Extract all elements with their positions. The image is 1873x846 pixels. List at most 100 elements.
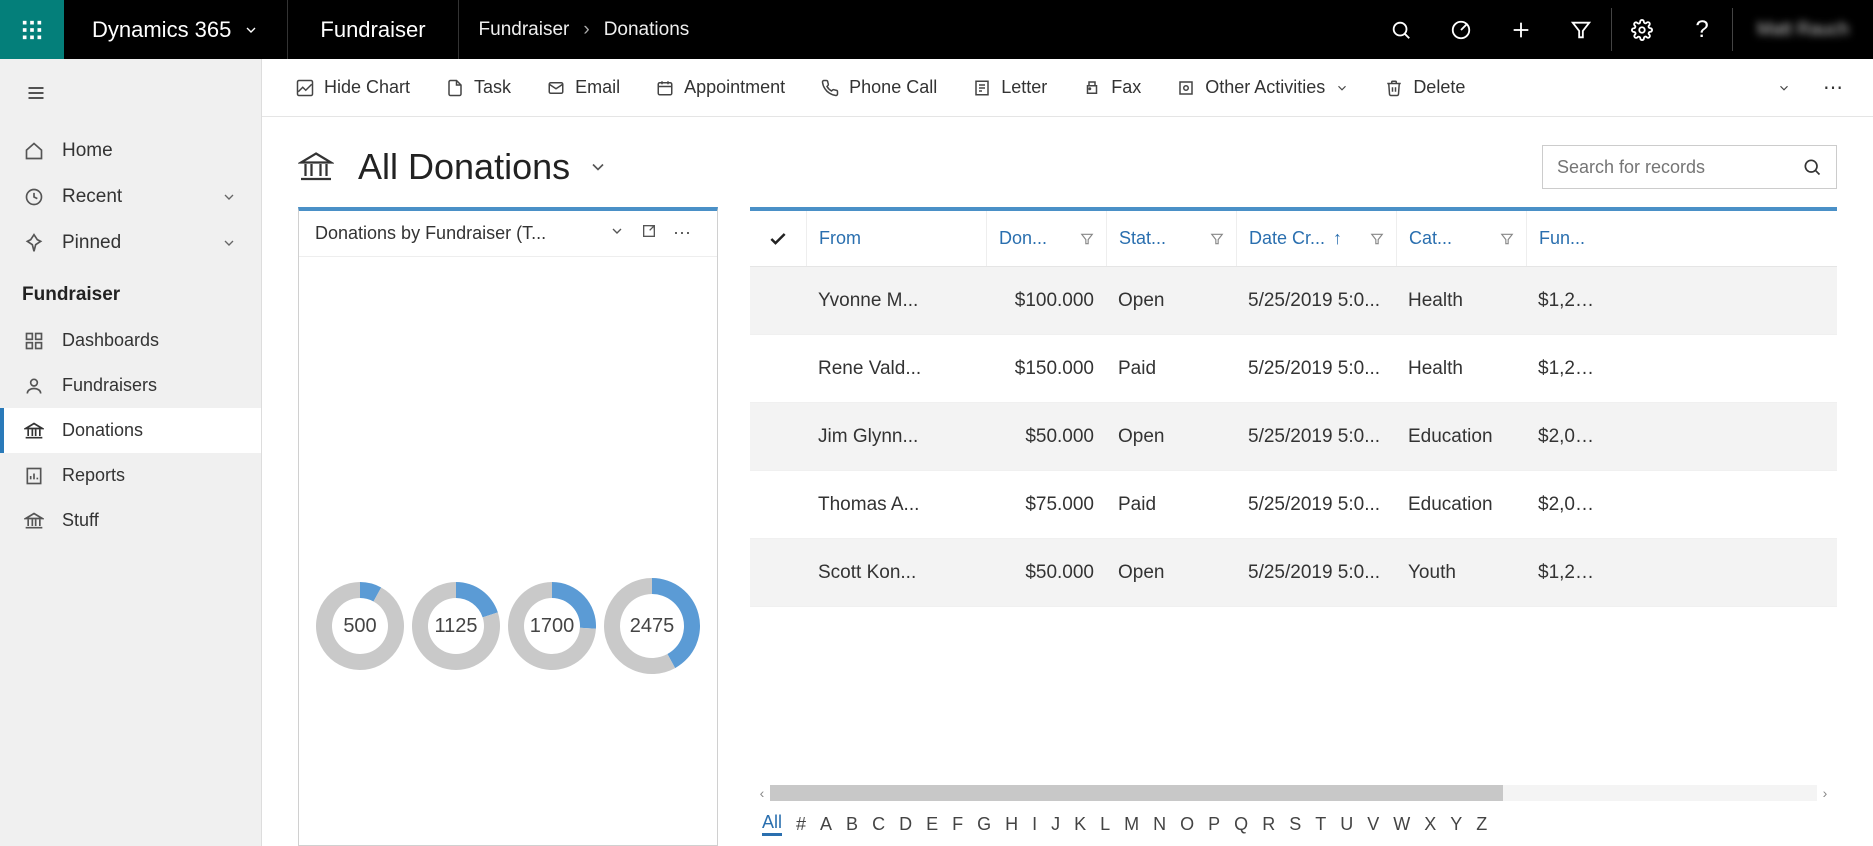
more-icon: ⋯ [1823, 75, 1845, 100]
scroll-thumb[interactable] [770, 785, 1503, 801]
cell-fundraiser: $1,200 [1526, 358, 1606, 380]
sidebar-item-dashboards[interactable]: Dashboards [0, 318, 261, 363]
donut-chart[interactable]: 1125 [410, 580, 502, 672]
column-header-fundraiser[interactable]: Fun... [1526, 211, 1606, 266]
cmd-hide-chart[interactable]: Hide Chart [280, 69, 426, 106]
column-header-donation[interactable]: Don... [986, 211, 1106, 266]
cmd-other-activities[interactable]: Other Activities [1161, 69, 1365, 106]
sidebar-collapse-button[interactable] [0, 63, 261, 128]
search-box[interactable] [1542, 145, 1837, 189]
cell-donation: $150.000 [986, 358, 1106, 380]
table-row[interactable]: Rene Vald... $150.000 Paid 5/25/2019 5:0… [750, 335, 1837, 403]
sidebar-item-reports[interactable]: Reports [0, 453, 261, 498]
alpha-filter-y[interactable]: Y [1450, 814, 1462, 835]
view-selector[interactable]: All Donations [358, 146, 608, 188]
chart-expand-button[interactable] [633, 223, 665, 244]
grid-horizontal-scrollbar[interactable]: ‹ › [750, 784, 1837, 802]
table-row[interactable]: Yvonne M... $100.000 Open 5/25/2019 5:0.… [750, 267, 1837, 335]
cell-from: Scott Kon... [806, 562, 986, 584]
donut-chart[interactable]: 1700 [506, 580, 598, 672]
alpha-filter-q[interactable]: Q [1234, 814, 1248, 835]
chart-body: 500112517002475 [299, 257, 717, 845]
alpha-filter-#[interactable]: # [796, 814, 806, 835]
alpha-filter-all[interactable]: All [762, 812, 782, 836]
alpha-filter-x[interactable]: X [1424, 814, 1436, 835]
sidebar-item-stuff[interactable]: Stuff [0, 498, 261, 543]
alpha-filter-i[interactable]: I [1032, 814, 1037, 835]
cmd-email[interactable]: Email [531, 69, 636, 106]
report-icon [24, 466, 44, 486]
alpha-filter-z[interactable]: Z [1476, 814, 1487, 835]
cell-from: Yvonne M... [806, 290, 986, 312]
alpha-filter-p[interactable]: P [1208, 814, 1220, 835]
table-row[interactable]: Thomas A... $75.000 Paid 5/25/2019 5:0..… [750, 471, 1837, 539]
grid-pane: From Don... Stat... Date Cr...↑ Cat... F… [750, 207, 1837, 846]
new-button[interactable] [1491, 0, 1551, 59]
cmd-overflow[interactable]: ⋯ [1813, 67, 1855, 108]
column-header-date[interactable]: Date Cr...↑ [1236, 211, 1396, 266]
brand-dropdown[interactable]: Dynamics 365 [64, 0, 288, 59]
cmd-letter[interactable]: Letter [957, 69, 1063, 106]
alpha-filter-a[interactable]: A [820, 814, 832, 835]
column-header-status[interactable]: Stat... [1106, 211, 1236, 266]
alpha-filter-l[interactable]: L [1100, 814, 1110, 835]
alpha-filter-c[interactable]: C [872, 814, 885, 835]
alpha-filter-w[interactable]: W [1393, 814, 1410, 835]
user-menu[interactable]: Matt Rauch [1733, 0, 1873, 59]
alpha-filter-g[interactable]: G [977, 814, 991, 835]
settings-button[interactable] [1612, 0, 1672, 59]
cmd-task[interactable]: Task [430, 69, 527, 106]
alpha-filter-k[interactable]: K [1074, 814, 1086, 835]
search-input[interactable] [1557, 157, 1802, 178]
fundraiser-icon [24, 376, 44, 396]
breadcrumb-root[interactable]: Fundraiser [479, 19, 570, 41]
search-button[interactable] [1371, 0, 1431, 59]
alpha-filter-h[interactable]: H [1005, 814, 1018, 835]
sidebar-item-donations[interactable]: Donations [0, 408, 261, 453]
chart-selector[interactable] [601, 223, 633, 244]
sidebar-home[interactable]: Home [0, 128, 261, 174]
alpha-filter-v[interactable]: V [1367, 814, 1379, 835]
cmd-delete[interactable]: Delete [1369, 69, 1481, 106]
alpha-filter-f[interactable]: F [952, 814, 963, 835]
chart-more-button[interactable]: ⋯ [665, 223, 701, 244]
filter-button[interactable] [1551, 0, 1611, 59]
donut-chart[interactable]: 500 [314, 580, 406, 672]
donut-chart[interactable]: 2475 [602, 576, 702, 676]
scroll-track[interactable] [770, 785, 1817, 801]
user-name: Matt Rauch [1757, 19, 1849, 40]
table-row[interactable]: Jim Glynn... $50.000 Open 5/25/2019 5:0.… [750, 403, 1837, 471]
column-header-category[interactable]: Cat... [1396, 211, 1526, 266]
sidebar-recent[interactable]: Recent [0, 174, 261, 220]
task-flow-button[interactable] [1431, 0, 1491, 59]
cmd-appointment[interactable]: Appointment [640, 69, 801, 106]
alpha-filter-s[interactable]: S [1289, 814, 1301, 835]
select-all-checkbox[interactable] [750, 211, 806, 266]
chevron-down-icon [588, 157, 608, 177]
help-button[interactable]: ? [1672, 0, 1732, 59]
app-launcher-button[interactable] [0, 0, 64, 59]
home-icon [24, 141, 44, 161]
alpha-filter-j[interactable]: J [1051, 814, 1060, 835]
alpha-filter-e[interactable]: E [926, 814, 938, 835]
alpha-filter-b[interactable]: B [846, 814, 858, 835]
sidebar-pinned[interactable]: Pinned [0, 220, 261, 266]
alpha-filter-m[interactable]: M [1124, 814, 1139, 835]
alpha-filter-d[interactable]: D [899, 814, 912, 835]
cmd-delete-split[interactable] [1767, 73, 1801, 103]
alpha-filter-r[interactable]: R [1262, 814, 1275, 835]
cmd-fax[interactable]: Fax [1067, 69, 1157, 106]
funnel-icon [1370, 232, 1384, 246]
scroll-left-icon: ‹ [754, 785, 770, 801]
alpha-filter-u[interactable]: U [1340, 814, 1353, 835]
alpha-filter-n[interactable]: N [1153, 814, 1166, 835]
sidebar-item-label: Reports [62, 465, 125, 486]
alpha-filter-o[interactable]: O [1180, 814, 1194, 835]
sidebar-item-fundraisers[interactable]: Fundraisers [0, 363, 261, 408]
alpha-filter-t[interactable]: T [1315, 814, 1326, 835]
column-header-from[interactable]: From [806, 211, 986, 266]
cmd-phone-call[interactable]: Phone Call [805, 69, 953, 106]
cell-status: Open [1106, 290, 1236, 312]
table-row[interactable]: Scott Kon... $50.000 Open 5/25/2019 5:0.… [750, 539, 1837, 607]
sidebar-item-label: Dashboards [62, 330, 159, 351]
